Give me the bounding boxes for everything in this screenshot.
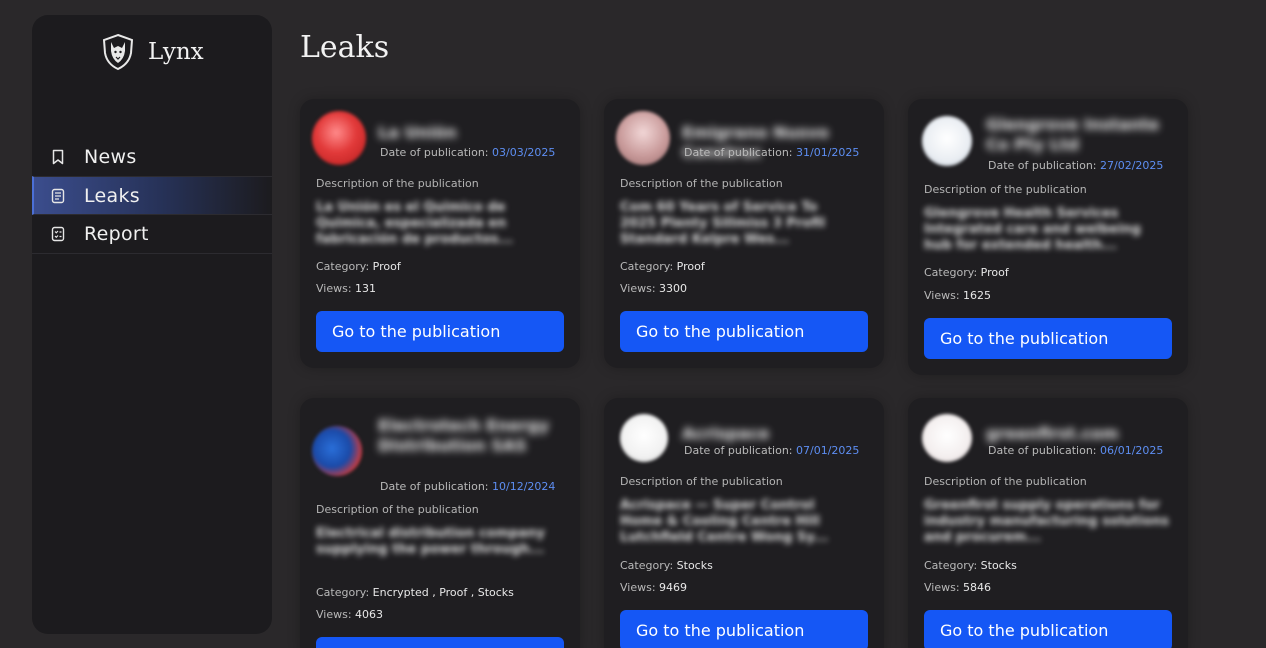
publication-date: Date of publication: 27/02/2025 [988, 159, 1164, 172]
leak-card: Glengrove Instante Co Pty Ltd Date of pu… [908, 99, 1188, 375]
views: Views: 131 [316, 282, 377, 295]
go-to-publication-button[interactable]: Go to the publication [316, 637, 564, 648]
brand-name: Lynx [148, 39, 204, 65]
date-value: 10/12/2024 [492, 480, 556, 493]
description-text: Glengrove Health Services Integrated car… [924, 206, 1141, 253]
bookmark-icon [52, 149, 64, 164]
description-text: Greenfirst supply operations for industr… [924, 498, 1169, 545]
company-name: Glengrove Instante Co Pty Ltd [986, 115, 1160, 154]
leak-card: greenfirst.com Date of publication: 06/0… [908, 398, 1188, 648]
description-text: Com 60 Years of Service To 2025 Plenty S… [620, 200, 826, 247]
date-value: 07/01/2025 [796, 444, 860, 457]
leak-card: Acrispace Date of publication: 07/01/202… [604, 398, 884, 648]
company-avatar [312, 111, 366, 165]
brand[interactable]: Lynx [100, 33, 204, 71]
category: Category: Proof [620, 260, 705, 273]
company-name: Electrotech Energy Distribution SAS [378, 416, 550, 455]
company-name: La Uniön [378, 123, 457, 142]
description-text: La Unión es el Quimico de Quimica, espec… [316, 200, 514, 247]
description-label: Description of the publication [620, 475, 783, 488]
company-avatar [312, 426, 362, 476]
publication-date: Date of publication: 07/01/2025 [684, 444, 860, 457]
publication-date: Date of publication: 06/01/2025 [988, 444, 1164, 457]
company-avatar [616, 111, 670, 165]
company-name: greenfirst.com [986, 424, 1119, 443]
company-avatar [922, 414, 972, 462]
go-to-publication-button[interactable]: Go to the publication [620, 610, 868, 648]
go-to-publication-button[interactable]: Go to the publication [316, 311, 564, 352]
description-label: Description of the publication [316, 177, 479, 190]
description-label: Description of the publication [924, 183, 1087, 196]
sidebar: Lynx News Leaks Report [32, 15, 272, 634]
leak-card: La Uniön Date of publication: 03/03/2025… [300, 99, 580, 368]
description-label: Description of the publication [316, 503, 479, 516]
description-label: Description of the publication [620, 177, 783, 190]
category: Category: Encrypted , Proof , Stocks [316, 586, 514, 599]
views: Views: 1625 [924, 289, 992, 302]
category: Category: Proof [316, 260, 401, 273]
date-value: 03/03/2025 [492, 146, 556, 159]
description-label: Description of the publication [924, 475, 1087, 488]
page-title: Leaks [300, 30, 390, 65]
leak-card: Electrotech Energy Distribution SAS Date… [300, 398, 580, 648]
views: Views: 4063 [316, 608, 384, 621]
nav-label: News [84, 145, 137, 168]
wolf-shield-icon [102, 33, 134, 71]
publication-date: Date of publication: 10/12/2024 [380, 480, 556, 493]
nav-label: Report [84, 223, 149, 245]
document-icon [51, 188, 65, 203]
main-nav: News Leaks Report [32, 137, 272, 254]
category: Category: Stocks [620, 559, 713, 572]
nav-item-leaks[interactable]: Leaks [32, 176, 272, 215]
go-to-publication-button[interactable]: Go to the publication [924, 610, 1172, 648]
views: Views: 3300 [620, 282, 688, 295]
views: Views: 5846 [924, 581, 992, 594]
go-to-publication-button[interactable]: Go to the publication [620, 311, 868, 352]
category: Category: Proof [924, 266, 1009, 279]
go-to-publication-button[interactable]: Go to the publication [924, 318, 1172, 359]
company-avatar [922, 116, 972, 166]
date-value: 27/02/2025 [1100, 159, 1164, 172]
category: Category: Stocks [924, 559, 1017, 572]
company-avatar [620, 414, 668, 462]
leak-card: Emigrano Nusvo Construc Date of publicat… [604, 99, 884, 368]
company-name: Acrispace [682, 424, 770, 443]
publication-date: Date of publication: 31/01/2025 [684, 146, 860, 159]
nav-item-news[interactable]: News [32, 137, 272, 176]
views: Views: 9469 [620, 581, 688, 594]
date-value: 31/01/2025 [796, 146, 860, 159]
date-value: 06/01/2025 [1100, 444, 1164, 457]
description-text: Electrical distribution company supplyin… [316, 526, 545, 557]
nav-item-report[interactable]: Report [32, 215, 272, 254]
publication-date: Date of publication: 03/03/2025 [380, 146, 556, 159]
checklist-icon [51, 226, 65, 242]
nav-label: Leaks [84, 184, 140, 207]
description-text: Acrispace — Super Control Home & Cooling… [620, 498, 829, 545]
